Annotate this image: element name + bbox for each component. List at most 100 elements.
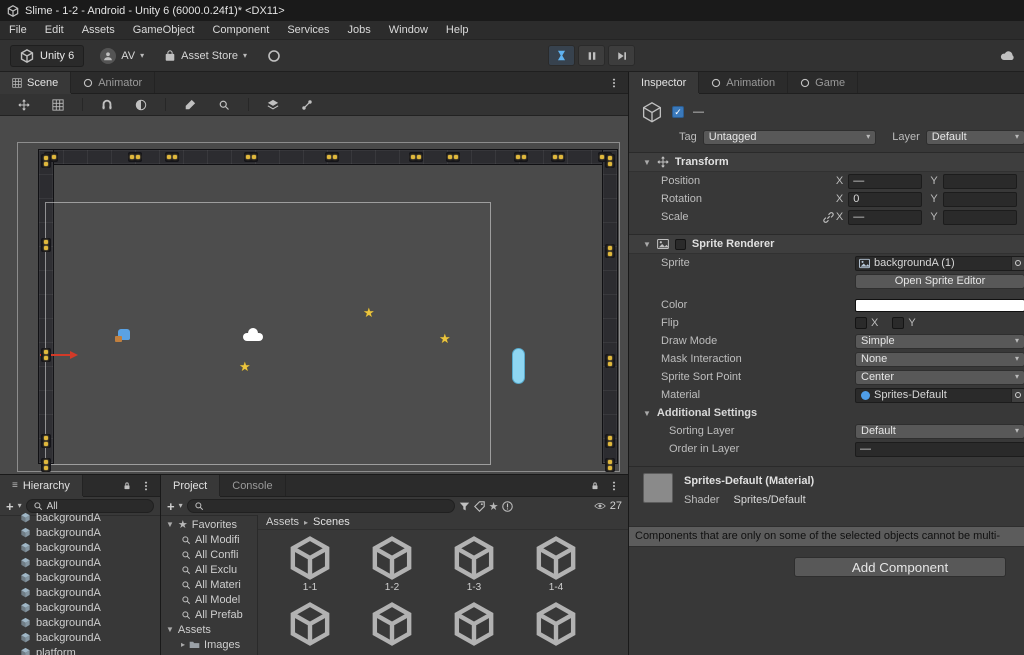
favorites-header[interactable]: ▼ ★ Favorites (161, 517, 257, 532)
project-menu-icon[interactable] (608, 480, 620, 492)
menu-item[interactable]: Edit (36, 21, 73, 39)
step-button[interactable] (608, 45, 635, 66)
grid-visibility-icon[interactable] (48, 96, 68, 113)
saved-search-item[interactable]: All Model (161, 592, 257, 607)
hierarchy-item[interactable]: backgroundA (0, 570, 160, 585)
account-menu[interactable]: AV ▾ (96, 45, 148, 67)
sprite-object-field[interactable]: backgroundA (1) (855, 255, 1024, 271)
tab-animation[interactable]: Animation (699, 72, 789, 93)
rotation-y-field[interactable] (942, 191, 1017, 207)
color-swatch[interactable] (855, 298, 1024, 312)
tag-dropdown[interactable]: Untagged ▾ (702, 129, 877, 145)
scene-panel-menu-icon[interactable] (608, 77, 620, 89)
tab-scene[interactable]: Scene (0, 72, 72, 93)
tab-game[interactable]: Game (788, 72, 859, 93)
hierarchy-menu-icon[interactable] (140, 480, 152, 492)
scale-x-field[interactable]: — (848, 209, 923, 225)
menu-item[interactable]: Assets (73, 21, 124, 39)
active-checkbox[interactable]: ✓ (672, 106, 684, 118)
tab-inspector[interactable]: Inspector (629, 72, 700, 93)
object-picker-icon[interactable] (1011, 256, 1024, 270)
snap-magnet-icon[interactable] (97, 96, 117, 113)
sorting-layer-dropdown[interactable]: Default ▾ (855, 423, 1024, 439)
project-search-input[interactable] (186, 499, 455, 513)
scene-viewport[interactable]: ★ ★ ★ (0, 116, 628, 474)
asset-grid-item[interactable] (360, 602, 424, 655)
saved-search-item[interactable]: All Modifi (161, 532, 257, 547)
breadcrumb-current[interactable]: Scenes (313, 516, 350, 528)
saved-search-item[interactable]: All Confli (161, 547, 257, 562)
hierarchy-item[interactable]: backgroundA (0, 540, 160, 555)
position-x-field[interactable]: — (848, 173, 923, 189)
lock-icon[interactable] (590, 481, 600, 491)
menu-item[interactable]: Services (278, 21, 338, 39)
menu-item[interactable]: Help (437, 21, 478, 39)
asset-grid-item[interactable]: 1-1 (278, 536, 342, 594)
shading-mode-icon[interactable] (131, 96, 151, 113)
search-by-label-icon[interactable] (473, 500, 485, 512)
saved-search-item[interactable]: All Materi (161, 577, 257, 592)
hierarchy-item[interactable]: backgroundA (0, 615, 160, 630)
component-enabled-checkbox[interactable] (674, 238, 686, 250)
sprite-sort-point-dropdown[interactable]: Center ▾ (855, 369, 1024, 385)
hierarchy-item[interactable]: backgroundA (0, 555, 160, 570)
additional-settings-header[interactable]: ▼ Additional Settings (629, 404, 1024, 422)
draw-mode-dropdown[interactable]: Simple ▾ (855, 333, 1024, 349)
play-button[interactable] (548, 45, 575, 66)
asset-grid-item[interactable]: 1-3 (442, 536, 506, 594)
create-asset-button[interactable]: + (167, 500, 175, 513)
asset-grid-item[interactable]: 1-4 (524, 536, 588, 594)
menu-item[interactable]: Component (203, 21, 278, 39)
asset-grid-item[interactable] (442, 602, 506, 655)
object-picker-icon[interactable] (1011, 388, 1024, 402)
rotation-x-field[interactable]: 0 (848, 191, 923, 207)
mask-interaction-dropdown[interactable]: None ▾ (855, 351, 1024, 367)
tab-project[interactable]: Project (161, 475, 221, 496)
add-gameobject-button[interactable]: + (6, 500, 14, 513)
add-component-button[interactable]: Add Component (794, 557, 1006, 577)
hierarchy-item[interactable]: backgroundA (0, 525, 160, 540)
menu-item[interactable]: File (0, 21, 36, 39)
tab-hierarchy[interactable]: ≡ Hierarchy (0, 475, 83, 496)
asset-grid-item[interactable] (278, 602, 342, 655)
brush-tool-icon[interactable] (180, 96, 200, 113)
hierarchy-item[interactable]: backgroundA (0, 600, 160, 615)
asset-store-menu[interactable]: Asset Store ▾ (160, 45, 251, 67)
tab-console[interactable]: Console (220, 475, 286, 496)
order-in-layer-field[interactable]: — (855, 441, 1024, 457)
search-by-type-icon[interactable] (459, 501, 470, 512)
save-search-star-icon[interactable]: ★ (489, 500, 499, 513)
hierarchy-item[interactable]: backgroundA (0, 585, 160, 600)
transform-section-header[interactable]: ▼ Transform (629, 152, 1024, 172)
flip-y-checkbox[interactable] (892, 317, 905, 329)
menu-item[interactable]: Jobs (339, 21, 380, 39)
position-y-field[interactable] (942, 173, 1017, 189)
breadcrumb-root[interactable]: Assets (266, 516, 299, 528)
scale-y-field[interactable] (942, 209, 1017, 225)
material-object-field[interactable]: Sprites-Default (855, 387, 1024, 403)
hierarchy-item[interactable]: backgroundA (0, 630, 160, 645)
cloud-services-button[interactable] (1000, 48, 1016, 67)
unity-version-button[interactable]: Unity 6 (10, 44, 85, 67)
sprite-renderer-section-header[interactable]: ▼ Sprite Renderer (629, 234, 1024, 254)
hidden-count-group[interactable]: 27 (593, 500, 622, 512)
layer-dropdown[interactable]: Default ▾ (925, 129, 1024, 145)
alert-icon[interactable] (502, 500, 514, 512)
pause-button[interactable] (578, 45, 605, 66)
asset-grid-item[interactable]: 1-2 (360, 536, 424, 594)
object-name-value[interactable]: — (693, 106, 704, 118)
asset-grid-item[interactable] (524, 602, 588, 655)
menu-item[interactable]: GameObject (124, 21, 204, 39)
layers-icon[interactable] (263, 96, 283, 113)
chevron-down-icon[interactable]: ▾ (18, 502, 22, 510)
saved-search-item[interactable]: All Exclu (161, 562, 257, 577)
move-tool-icon[interactable] (14, 96, 34, 113)
open-sprite-editor-button[interactable]: Open Sprite Editor (855, 273, 1024, 289)
joint-tool-icon[interactable] (297, 96, 317, 113)
flip-x-checkbox[interactable] (855, 317, 867, 329)
saved-search-item[interactable]: All Prefab (161, 607, 257, 622)
folder-item[interactable]: ▸ Images (161, 637, 257, 652)
menu-item[interactable]: Window (380, 21, 437, 39)
lock-icon[interactable] (122, 481, 132, 491)
assets-header[interactable]: ▼ Assets (161, 622, 257, 637)
